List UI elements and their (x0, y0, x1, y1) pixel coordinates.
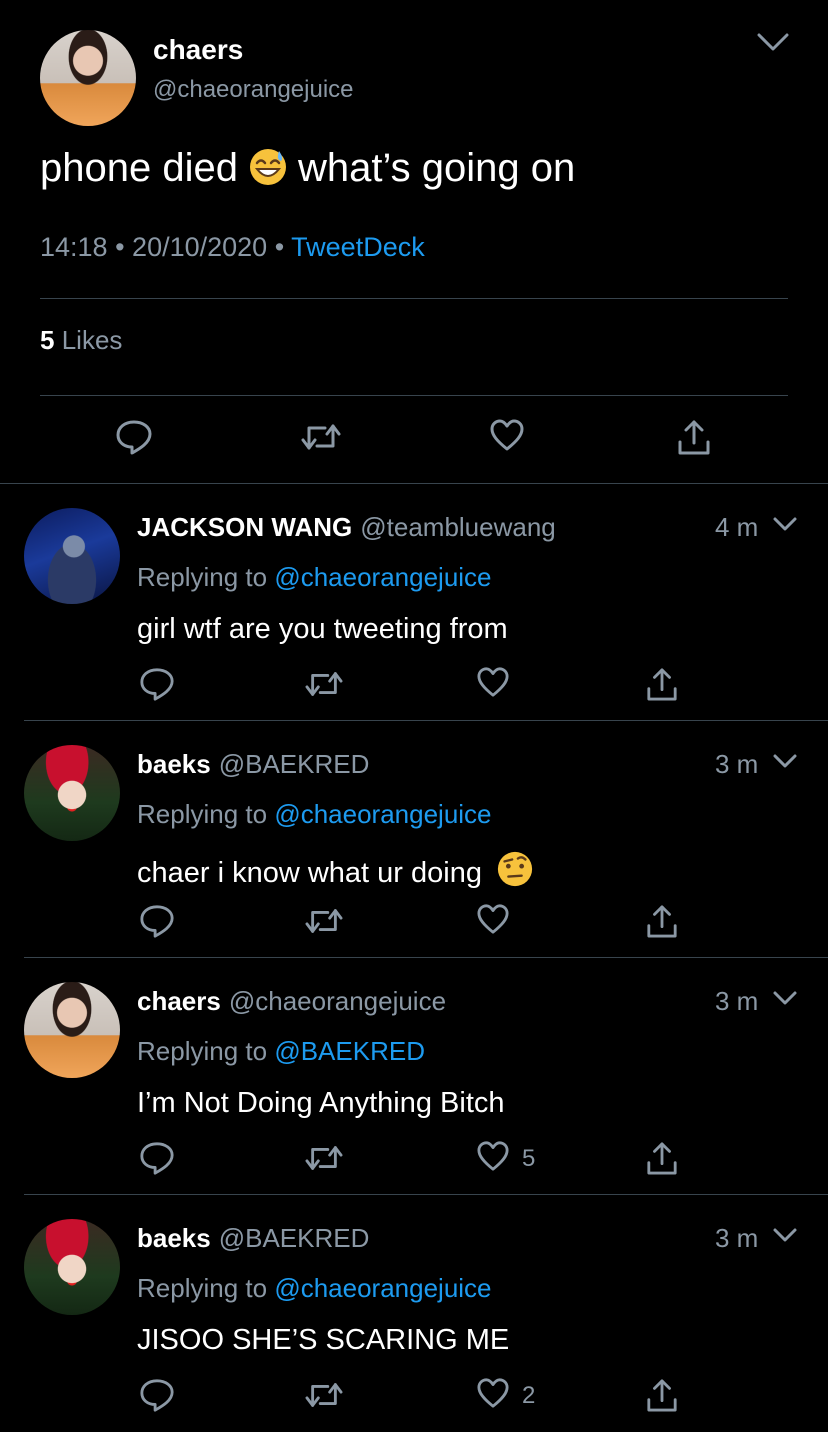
reply-actions (0, 903, 828, 939)
author-name[interactable]: chaers (153, 34, 243, 66)
reply-item[interactable]: JACKSON WANG @teambluewang 4 m Replying t… (0, 484, 828, 721)
reply-author-handle[interactable]: @teambluewang (360, 512, 556, 542)
share-icon[interactable] (646, 903, 678, 939)
reply-item[interactable]: baeks @BAEKRED 3 m Replying to @chaeorang… (0, 721, 828, 958)
reply-text: chaer i know what ur doing (137, 850, 544, 890)
reply-icon[interactable] (139, 903, 175, 939)
grinning-sweat-emoji-icon (248, 147, 288, 187)
avatar[interactable] (24, 1219, 120, 1315)
main-tweet: chaers @chaeorangejuice phone died what’s… (0, 0, 828, 484)
share-icon[interactable] (646, 666, 678, 702)
reply-text: JISOO SHE’S SCARING ME (137, 1324, 510, 1356)
avatar[interactable] (24, 745, 120, 841)
share-icon[interactable] (677, 418, 711, 456)
reply-author-name[interactable]: JACKSON WANG (137, 512, 352, 542)
reply-author-name[interactable]: chaers (137, 986, 221, 1016)
like-count: 5 (522, 1145, 536, 1172)
avatar[interactable] (40, 30, 136, 126)
retweet-icon[interactable] (305, 666, 343, 702)
share-icon[interactable] (646, 1140, 678, 1176)
replying-to-handle[interactable]: @chaeorangejuice (274, 562, 491, 592)
reply-item[interactable]: baeks @BAEKRED 3 m Replying to @chaeorang… (0, 1195, 828, 1432)
tweet-text: phone died what’s going on (40, 146, 575, 191)
tweet-actions (0, 418, 828, 462)
replying-to: Replying to @chaeorangejuice (137, 1273, 492, 1304)
tweet-source-link[interactable]: TweetDeck (291, 232, 425, 262)
reply-author-handle[interactable]: @BAEKRED (219, 1223, 370, 1253)
tweet-time: 14:18 (40, 232, 108, 262)
replying-to: Replying to @chaeorangejuice (137, 799, 492, 830)
reply-time: 3 m (715, 1223, 759, 1253)
reply-text: girl wtf are you tweeting from (137, 613, 508, 645)
meta-separator: • (267, 232, 292, 262)
reply-actions (0, 666, 828, 702)
replying-label: Replying to (137, 1273, 268, 1303)
reply-text-part: chaer i know what ur doing (137, 857, 482, 889)
likes-label: Likes (61, 325, 123, 355)
replying-to-handle[interactable]: @chaeorangejuice (274, 799, 491, 829)
like-count: 2 (522, 1382, 536, 1409)
heart-icon[interactable] (476, 1140, 510, 1172)
chevron-down-icon[interactable] (772, 516, 798, 534)
chevron-down-icon[interactable] (772, 990, 798, 1008)
avatar[interactable] (24, 982, 120, 1078)
replying-label: Replying to (137, 1036, 268, 1066)
divider (40, 395, 788, 396)
likes-summary[interactable]: 5 Likes (40, 325, 122, 356)
avatar[interactable] (24, 508, 120, 604)
share-icon[interactable] (646, 1377, 678, 1413)
retweet-icon[interactable] (305, 1377, 343, 1413)
replying-to-handle[interactable]: @BAEKRED (274, 1036, 425, 1066)
chevron-down-icon[interactable] (772, 753, 798, 771)
reply-time: 3 m (715, 749, 759, 779)
retweet-icon[interactable] (301, 418, 341, 456)
chevron-down-icon[interactable] (772, 1227, 798, 1245)
reply-header: chaers @chaeorangejuice (137, 986, 446, 1017)
tweet-text-part: phone died (40, 146, 238, 190)
reply-author-name[interactable]: baeks (137, 1223, 211, 1253)
heart-icon[interactable] (476, 1377, 510, 1409)
meta-separator: • (107, 232, 133, 262)
reply-icon[interactable] (115, 418, 153, 456)
reply-icon[interactable] (139, 666, 175, 702)
reply-header: baeks @BAEKRED (137, 749, 369, 780)
tweet-meta: 14:18 • 20/10/2020 • TweetDeck (40, 232, 425, 263)
raised-eyebrow-emoji-icon (496, 850, 534, 888)
retweet-icon[interactable] (305, 1140, 343, 1176)
reply-time: 4 m (715, 512, 759, 542)
heart-icon[interactable] (489, 418, 525, 452)
reply-time: 3 m (715, 986, 759, 1016)
retweet-icon[interactable] (305, 903, 343, 939)
tweet-date: 20/10/2020 (132, 232, 268, 262)
reply-author-handle[interactable]: @chaeorangejuice (229, 986, 446, 1016)
reply-author-handle[interactable]: @BAEKRED (219, 749, 370, 779)
tweet-text-part: what’s going on (297, 146, 576, 190)
likes-count: 5 (40, 325, 55, 355)
replying-label: Replying to (137, 562, 268, 592)
reply-author-name[interactable]: baeks (137, 749, 211, 779)
replying-to: Replying to @BAEKRED (137, 1036, 425, 1067)
reply-icon[interactable] (139, 1140, 175, 1176)
reply-text: I’m Not Doing Anything Bitch (137, 1087, 505, 1119)
heart-icon[interactable] (476, 903, 510, 935)
heart-icon[interactable] (476, 666, 510, 698)
reply-actions: 5 (0, 1140, 828, 1176)
reply-icon[interactable] (139, 1377, 175, 1413)
reply-item[interactable]: chaers @chaeorangejuice 3 m Replying to @… (0, 958, 828, 1195)
replying-to: Replying to @chaeorangejuice (137, 562, 492, 593)
chevron-down-icon[interactable] (756, 32, 790, 54)
replying-to-handle[interactable]: @chaeorangejuice (274, 1273, 491, 1303)
reply-header: JACKSON WANG @teambluewang (137, 512, 556, 543)
reply-actions: 2 (0, 1377, 828, 1413)
author-handle[interactable]: @chaeorangejuice (153, 76, 354, 104)
reply-header: baeks @BAEKRED (137, 1223, 369, 1254)
replying-label: Replying to (137, 799, 268, 829)
divider (40, 298, 788, 299)
